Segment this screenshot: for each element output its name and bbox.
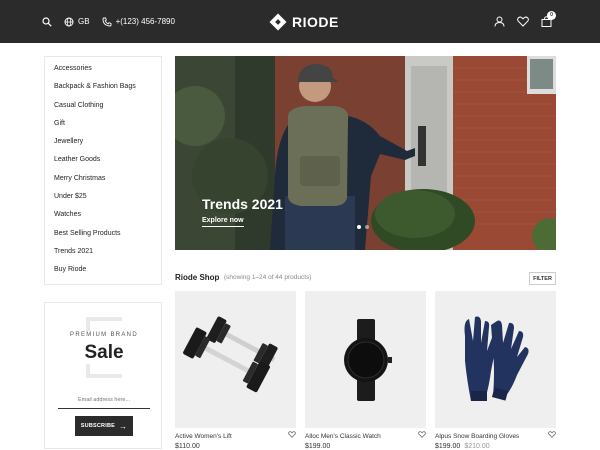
product-price: $199.00 <box>305 443 330 450</box>
top-header: GB +(123) 456-7890 RIODE 0 <box>0 0 600 43</box>
gloves-image <box>464 316 529 401</box>
logo-text: RIODE <box>292 13 339 30</box>
category-item-under-25[interactable]: Under $25 <box>54 191 161 209</box>
wishlist-heart-icon[interactable] <box>288 431 296 438</box>
header-right-group: 0 <box>482 0 556 43</box>
current-price: $199.00 <box>305 443 331 450</box>
product-name[interactable]: Active Women's Lift <box>175 433 232 440</box>
shop-title: Riode Shop <box>175 273 220 282</box>
product-image[interactable] <box>435 291 556 428</box>
category-item-gift[interactable]: Gift <box>54 118 161 136</box>
promo-frame-decoration <box>86 374 122 378</box>
slider-dot-2[interactable] <box>365 225 369 229</box>
product-card[interactable]: Alloc Men's Classic Watch $199.00 <box>305 291 426 450</box>
hero-banner[interactable]: Trends 2021 Explore now <box>175 56 556 250</box>
watch-image <box>344 319 392 401</box>
category-item-buy-riode[interactable]: Buy Riode <box>54 264 161 282</box>
promo-subtitle: PREMIUM BRAND <box>70 332 138 338</box>
product-image[interactable] <box>305 291 426 428</box>
arrow-right-icon: → <box>119 421 128 431</box>
product-name[interactable]: Alpus Snow Boarding Gloves <box>435 433 519 440</box>
category-item-accessories[interactable]: Accessories <box>54 63 161 81</box>
search-icon <box>42 16 52 27</box>
heart-icon <box>517 16 529 27</box>
globe-icon <box>64 17 74 26</box>
promo-frame-decoration <box>86 317 90 331</box>
current-price: $199.00 <box>435 443 461 450</box>
user-icon <box>494 16 505 27</box>
search-button[interactable] <box>42 16 52 27</box>
promo-frame-decoration <box>86 317 122 321</box>
phone-icon <box>102 17 112 26</box>
language-label: GB <box>78 17 90 26</box>
category-item-backpack[interactable]: Backpack & Fashion Bags <box>54 81 161 99</box>
category-item-jewellery[interactable]: Jewellery <box>54 136 161 154</box>
logo-mark-icon <box>269 13 287 30</box>
header-left-group: GB +(123) 456-7890 <box>42 0 187 43</box>
category-item-leather-goods[interactable]: Leather Goods <box>54 154 161 172</box>
category-item-merry-christmas[interactable]: Merry Christmas <box>54 173 161 191</box>
explore-now-link[interactable]: Explore now <box>202 217 244 227</box>
product-card[interactable]: Active Women's Lift $110.00 <box>175 291 296 450</box>
product-price: $199.00 $210.00 <box>435 443 490 450</box>
phone-number: +(123) 456-7890 <box>115 17 175 26</box>
account-button[interactable] <box>494 16 505 27</box>
category-item-watches[interactable]: Watches <box>54 209 161 227</box>
subscribe-label: SUBSCRIBE <box>80 423 115 429</box>
promo-title: Sale <box>84 342 124 363</box>
dumbbells-image <box>183 316 278 393</box>
promo-banner: PREMIUM BRAND Sale SUBSCRIBE → <box>44 302 162 449</box>
wishlist-button[interactable] <box>517 16 529 27</box>
logo[interactable]: RIODE <box>269 12 339 31</box>
category-item-trends-2021[interactable]: Trends 2021 <box>54 246 161 264</box>
category-list: Accessories Backpack & Fashion Bags Casu… <box>44 56 162 285</box>
slider-dot-1[interactable] <box>357 225 361 229</box>
phone-link[interactable]: +(123) 456-7890 <box>102 17 175 27</box>
hero-title: Trends 2021 <box>202 196 283 212</box>
subscribe-button[interactable]: SUBSCRIBE → <box>75 416 133 436</box>
category-item-best-selling[interactable]: Best Selling Products <box>54 228 161 246</box>
email-field[interactable] <box>58 392 150 409</box>
product-card[interactable]: Alpus Snow Boarding Gloves $199.00 $210.0… <box>435 291 556 450</box>
product-price: $110.00 <box>175 443 200 450</box>
category-item-casual-clothing[interactable]: Casual Clothing <box>54 100 161 118</box>
cart-button[interactable]: 0 <box>541 11 556 27</box>
cart-count-badge: 0 <box>547 11 556 20</box>
slider-dots <box>357 225 373 229</box>
filter-button[interactable]: FILTER <box>529 272 556 285</box>
old-price: $210.00 <box>464 443 490 450</box>
language-selector[interactable]: GB <box>64 17 90 27</box>
wishlist-heart-icon[interactable] <box>418 431 426 438</box>
current-price: $110.00 <box>175 443 200 450</box>
wishlist-heart-icon[interactable] <box>548 431 556 438</box>
product-name[interactable]: Alloc Men's Classic Watch <box>305 433 381 440</box>
product-count: (showing 1–24 of 44 products) <box>224 274 312 281</box>
product-image[interactable] <box>175 291 296 428</box>
